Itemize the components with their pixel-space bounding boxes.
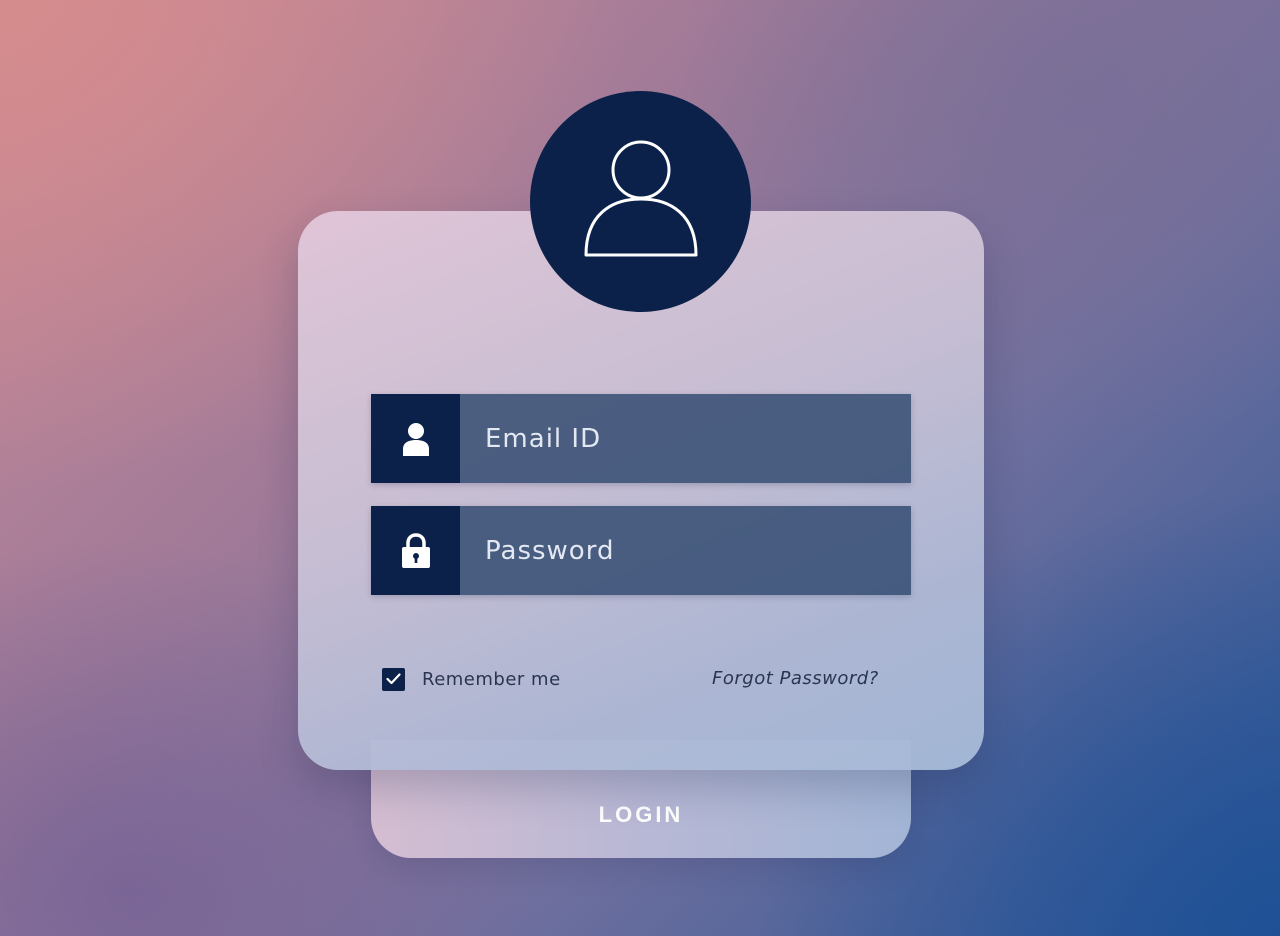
email-icon-box	[371, 394, 460, 483]
password-input[interactable]	[485, 506, 895, 595]
user-icon	[402, 422, 429, 456]
email-field[interactable]	[371, 394, 911, 483]
password-field[interactable]	[371, 506, 911, 595]
forgot-password-link[interactable]: Forgot Password?	[712, 666, 879, 692]
lock-icon	[401, 532, 430, 568]
check-icon	[386, 673, 401, 685]
checkbox[interactable]	[382, 667, 405, 691]
user-icon	[584, 140, 697, 256]
email-input[interactable]	[485, 394, 895, 483]
login-button-label: LOGIN	[598, 802, 684, 827]
avatar	[530, 91, 751, 312]
remember-me-checkbox[interactable]: Remember me	[382, 666, 561, 692]
password-icon-box	[371, 506, 460, 595]
remember-me-label: Remember me	[422, 668, 561, 690]
